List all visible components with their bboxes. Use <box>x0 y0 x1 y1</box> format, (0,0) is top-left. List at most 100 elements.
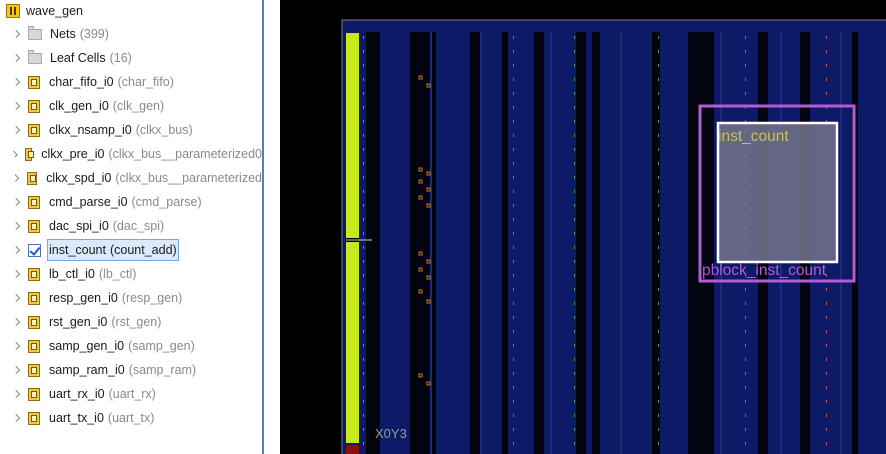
site-marker <box>745 50 746 53</box>
site-marker <box>363 64 364 67</box>
tree-row-label[interactable]: Leaf Cells (16) <box>50 49 132 67</box>
device-canvas[interactable] <box>280 0 886 454</box>
site-marker <box>513 148 514 151</box>
node-type: (clkx_bus__parameterized <box>115 171 262 185</box>
site-marker <box>363 78 364 81</box>
io-column-bottom <box>346 445 359 454</box>
chevron-right-icon[interactable] <box>12 222 20 230</box>
tree-row-label[interactable]: clkx_spd_i0 (clkx_bus__parameterized <box>46 169 262 187</box>
site-marker <box>513 106 514 109</box>
site-marker <box>363 50 364 53</box>
chevron-right-icon[interactable] <box>12 126 20 134</box>
site-marker <box>826 344 827 347</box>
tree-row-label[interactable]: resp_gen_i0 (resp_gen) <box>49 289 182 307</box>
tree-row[interactable]: clkx_nsamp_i0 (clkx_bus) <box>0 119 262 141</box>
tree-row-label[interactable]: clkx_nsamp_i0 (clkx_bus) <box>49 121 193 139</box>
site-marker <box>574 358 575 361</box>
site-marker <box>363 344 364 347</box>
tree-row-label[interactable]: samp_ram_i0 (samp_ram) <box>49 361 196 379</box>
tree-row[interactable]: lb_ctl_i0 (lb_ctl) <box>0 263 262 285</box>
chevron-right-icon[interactable] <box>12 294 20 302</box>
tile-column <box>410 32 436 454</box>
tree-row[interactable]: uart_tx_i0 (uart_tx) <box>0 407 262 429</box>
site-marker <box>363 106 364 109</box>
site-marker <box>826 50 827 53</box>
chevron-right-icon[interactable] <box>12 390 20 398</box>
tree-row-label[interactable]: dac_spi_i0 (dac_spi) <box>49 217 164 235</box>
tree-row[interactable]: samp_gen_i0 (samp_gen) <box>0 335 262 357</box>
tree-row-label[interactable]: inst_count (count_add) <box>47 239 179 261</box>
chevron-right-icon[interactable] <box>11 174 20 182</box>
site-marker <box>826 302 827 305</box>
tree-row[interactable]: Nets (399) <box>0 23 262 45</box>
site-marker <box>363 288 364 291</box>
tile-column-stripe <box>430 32 432 454</box>
tree-row[interactable]: clkx_spd_i0 (clkx_bus__parameterized <box>0 167 262 189</box>
site-marker <box>363 120 364 123</box>
checked-cell-icon[interactable] <box>28 243 41 257</box>
tree-row[interactable]: cmd_parse_i0 (cmd_parse) <box>0 191 262 213</box>
node-type: (uart_rx) <box>108 387 156 401</box>
tree-row[interactable]: char_fifo_i0 (char_fifo) <box>0 71 262 93</box>
site-marker <box>658 274 659 277</box>
chevron-right-icon[interactable] <box>12 270 20 278</box>
site-marker <box>826 386 827 389</box>
chevron-right-icon[interactable] <box>12 366 20 374</box>
chevron-right-icon[interactable] <box>12 54 20 62</box>
site-marker <box>826 400 827 403</box>
site-marker <box>658 232 659 235</box>
chevron-right-icon[interactable] <box>12 30 20 38</box>
tree-row[interactable]: inst_count (count_add) <box>0 239 262 261</box>
tree-row[interactable]: clkx_pre_i0 (clkx_bus__parameterized0 <box>0 143 262 165</box>
chevron-right-icon[interactable] <box>12 414 20 422</box>
tree-row[interactable]: Leaf Cells (16) <box>0 47 262 69</box>
site-marker <box>658 400 659 403</box>
chevron-right-icon[interactable] <box>12 198 20 206</box>
site-marker <box>513 190 514 193</box>
tree-row[interactable]: samp_ram_i0 (samp_ram) <box>0 359 262 381</box>
site-marker <box>658 176 659 179</box>
tree-row-label[interactable]: uart_rx_i0 (uart_rx) <box>49 385 156 403</box>
site-marker <box>513 78 514 81</box>
node-type: (rst_gen) <box>111 315 162 329</box>
tree-row-label[interactable]: cmd_parse_i0 (cmd_parse) <box>49 193 202 211</box>
tree-row[interactable]: dac_spi_i0 (dac_spi) <box>0 215 262 237</box>
site-marker <box>574 260 575 263</box>
site-marker <box>363 330 364 333</box>
site-marker <box>574 36 575 39</box>
tree-row-label[interactable]: Nets (399) <box>50 25 109 43</box>
site-marker <box>658 190 659 193</box>
tree-row[interactable]: resp_gen_i0 (resp_gen) <box>0 287 262 309</box>
chevron-right-icon[interactable] <box>12 102 20 110</box>
node-name: clkx_pre_i0 <box>41 147 105 161</box>
tree-row[interactable]: uart_rx_i0 (uart_rx) <box>0 383 262 405</box>
chevron-right-icon[interactable] <box>11 150 18 158</box>
tree-row-label[interactable]: clk_gen_i0 (clk_gen) <box>49 97 164 115</box>
tree-row-label[interactable]: clkx_pre_i0 (clkx_bus__parameterized0 <box>41 145 262 163</box>
tree-root-row[interactable]: wave_gen <box>0 0 262 22</box>
node-name: Leaf Cells <box>50 51 106 65</box>
tree-row-label[interactable]: samp_gen_i0 (samp_gen) <box>49 337 195 355</box>
node-name: resp_gen_i0 <box>49 291 118 305</box>
tree-row-label[interactable]: uart_tx_i0 (uart_tx) <box>49 409 154 427</box>
site-marker <box>574 50 575 53</box>
tree-row-label[interactable]: rst_gen_i0 (rst_gen) <box>49 313 161 331</box>
chevron-right-icon[interactable] <box>12 246 20 254</box>
device-view[interactable]: X0Y3 inst_count pblock_inst_count <box>280 0 886 454</box>
site-marker <box>363 386 364 389</box>
tree-row[interactable]: rst_gen_i0 (rst_gen) <box>0 311 262 333</box>
tree-row[interactable]: clk_gen_i0 (clk_gen) <box>0 95 262 117</box>
tree-row-label[interactable]: lb_ctl_i0 (lb_ctl) <box>49 265 136 283</box>
chevron-right-icon[interactable] <box>12 318 20 326</box>
site-marker <box>658 288 659 291</box>
site-marker <box>363 162 364 165</box>
site-marker <box>826 428 827 431</box>
chevron-right-icon[interactable] <box>12 78 20 86</box>
site-marker <box>658 302 659 305</box>
tile-column <box>502 32 508 454</box>
cell-icon <box>28 315 40 329</box>
chevron-right-icon[interactable] <box>12 342 20 350</box>
tree-row-label[interactable]: char_fifo_i0 (char_fifo) <box>49 73 174 91</box>
site-marker <box>658 358 659 361</box>
site-marker <box>745 302 746 305</box>
